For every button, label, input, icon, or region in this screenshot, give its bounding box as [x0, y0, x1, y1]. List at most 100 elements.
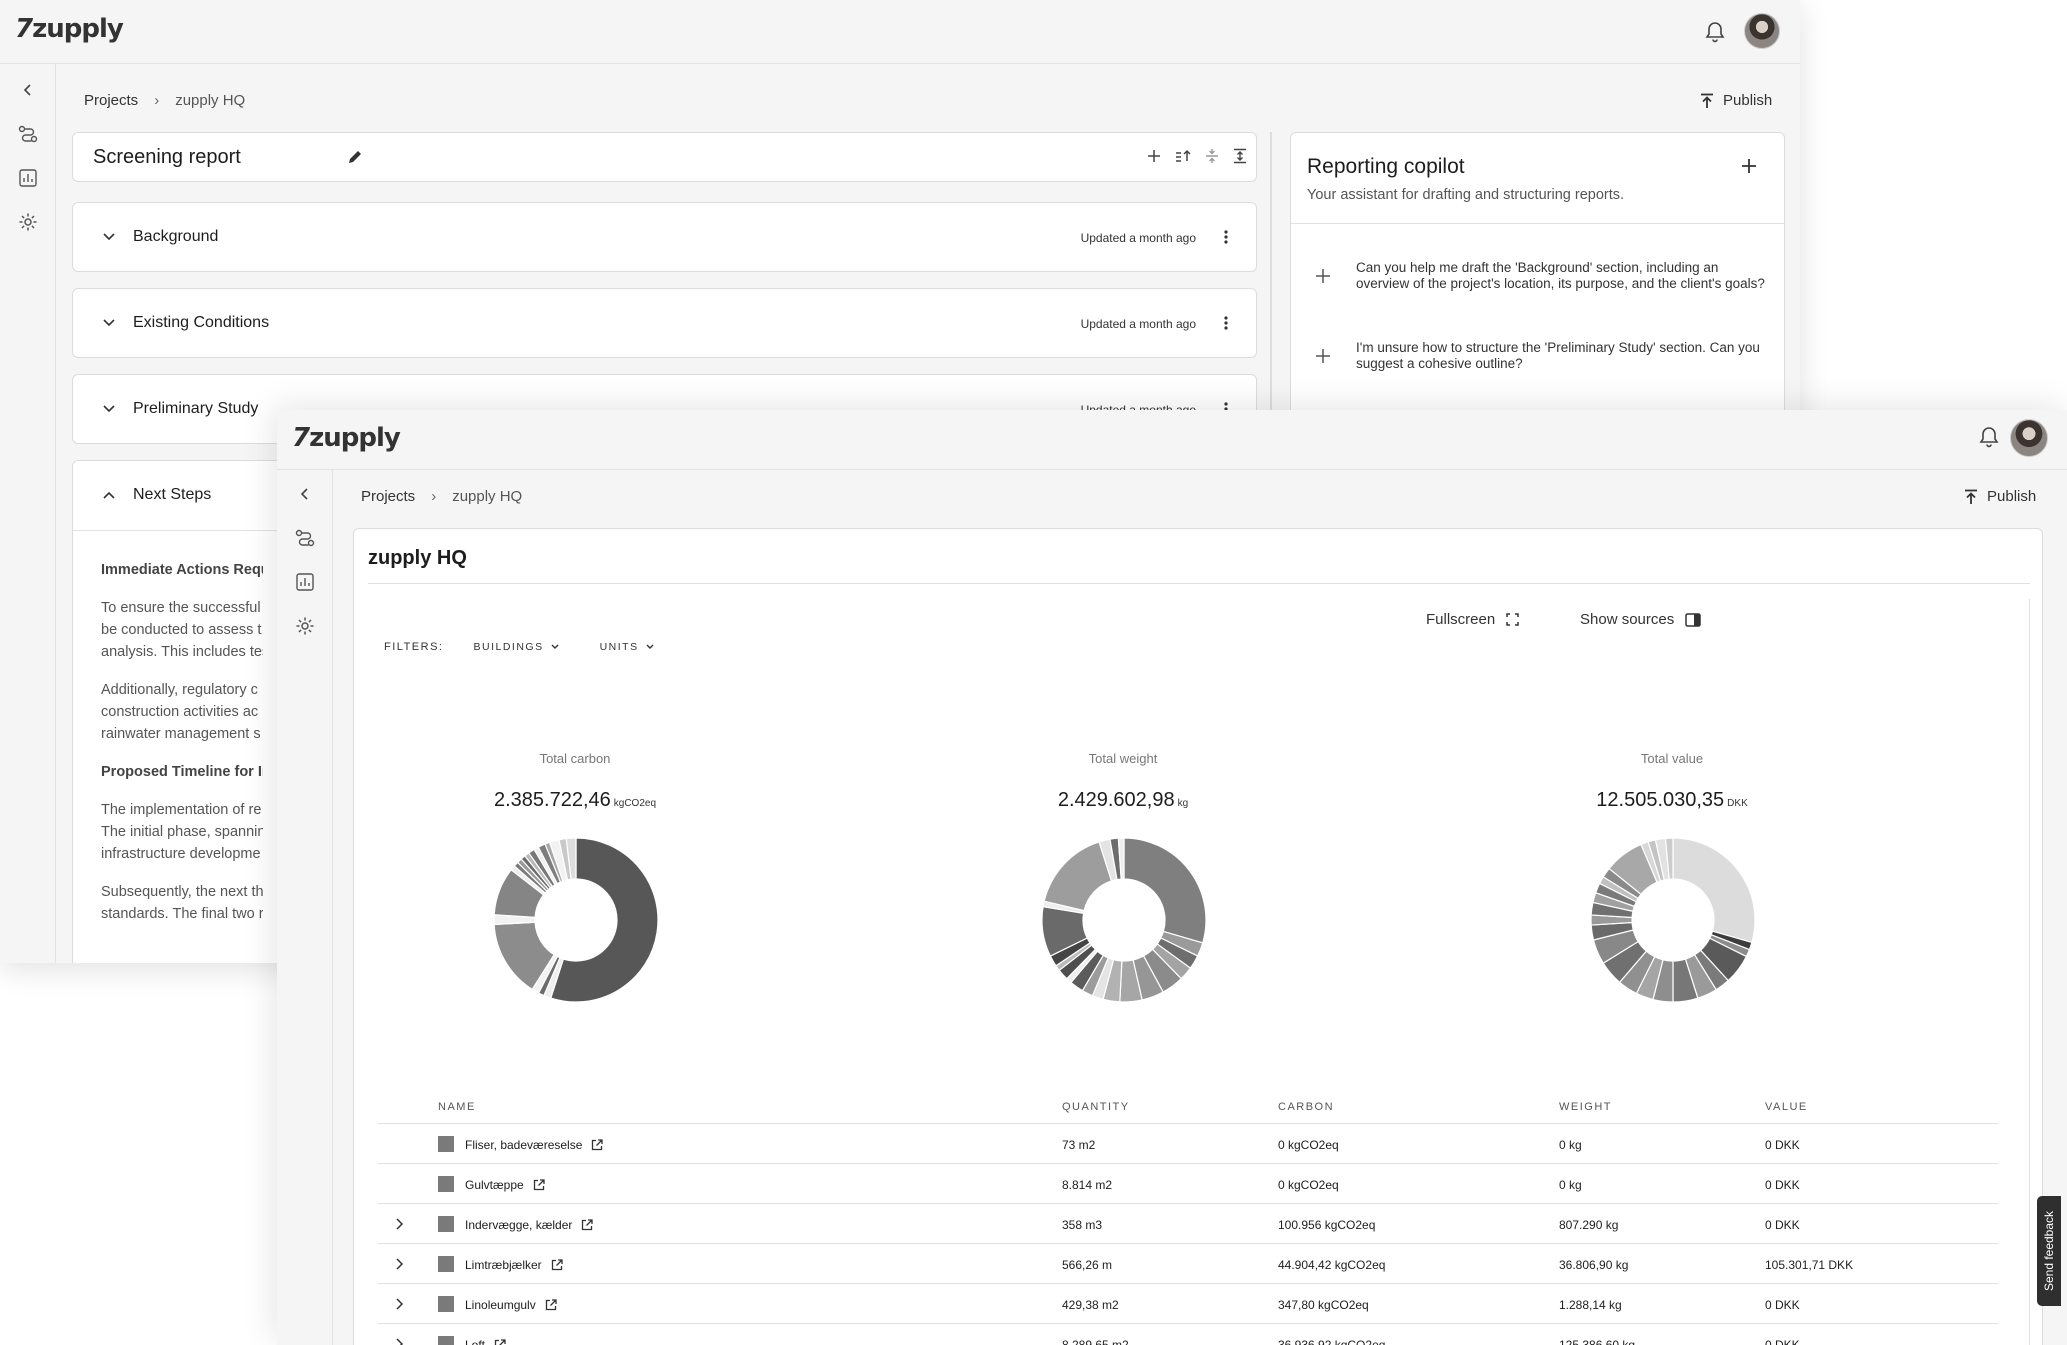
quantity-cell: 566,26 m: [1062, 1258, 1113, 1272]
table-row[interactable]: Gulvtæppe 8.814 m2 0 kgCO2eq 0 kg 0 DKK: [378, 1164, 1998, 1204]
chevron-right-icon[interactable]: [394, 1297, 404, 1311]
weight-cell: 1.288,14 kg: [1559, 1298, 1622, 1312]
carbon-cell: 0 kgCO2eq: [1278, 1178, 1339, 1192]
more-vertical-icon[interactable]: [1224, 230, 1228, 244]
content-paragraph: Subsequently, the next th standards. The …: [101, 884, 263, 922]
kpi-total-carbon: Total carbon 2.385.722,46 kgCO2eq: [415, 751, 735, 812]
avatar[interactable]: [1744, 13, 1780, 49]
material-name-cell[interactable]: Limtræbjælker: [465, 1258, 563, 1272]
table-row[interactable]: Loft 8.289,65 m2 36.936,92 kgCO2eq 125.386,…: [378, 1324, 1998, 1345]
section-background[interactable]: Background Updated a month ago: [72, 202, 1257, 272]
chart-icon[interactable]: [16, 166, 40, 190]
table-row[interactable]: Fliser, badeværeselse 73 m2 0 kgCO2eq 0 kg 0…: [378, 1124, 1998, 1164]
value-donut-chart[interactable]: [1590, 837, 1756, 1003]
add-section-icon[interactable]: [1146, 148, 1162, 164]
collapse-chevron-icon[interactable]: [16, 78, 40, 102]
material-color-swatch: [438, 1296, 454, 1312]
expand-all-icon[interactable]: [1232, 148, 1248, 164]
section-content[interactable]: Immediate Actions Requ To ensure the suc…: [73, 531, 263, 963]
suggestion-item[interactable]: Can you help me draft the 'Background' s…: [1315, 260, 1770, 292]
column-header-name[interactable]: NAME: [438, 1101, 476, 1113]
external-link-icon[interactable]: [581, 1219, 594, 1231]
content-heading: Proposed Timeline for Im: [101, 764, 263, 780]
material-name-cell[interactable]: Loft: [465, 1338, 506, 1345]
external-link-icon[interactable]: [545, 1299, 557, 1311]
material-name-cell[interactable]: Indervægge, kælder: [465, 1218, 594, 1232]
plus-icon: [1315, 348, 1331, 372]
chevron-down-icon[interactable]: [101, 402, 117, 416]
section-existing-conditions[interactable]: Existing Conditions Updated a month ago: [72, 288, 1257, 358]
quantity-cell: 8.814 m2: [1062, 1178, 1113, 1192]
kpi-label: Total value: [1640, 751, 1704, 766]
route-icon[interactable]: [16, 122, 40, 146]
column-header-carbon[interactable]: CARBON: [1278, 1101, 1334, 1113]
table-row[interactable]: Indervægge, kælder 358 m3 100.956 kgCO2eq 8…: [378, 1204, 1998, 1244]
project-panel: zupply HQ Fullscreen Show sources FILTER…: [353, 528, 2043, 1345]
external-link-icon[interactable]: [494, 1339, 506, 1345]
plus-icon: [1315, 268, 1331, 292]
suggestion-text: I'm unsure how to structure the 'Prelimi…: [1356, 340, 1760, 371]
material-name-cell[interactable]: Fliser, badeværeselse: [465, 1138, 604, 1152]
send-feedback-button[interactable]: Send feedback: [2037, 1196, 2061, 1306]
zupply-logo[interactable]: 7 zupply: [15, 14, 124, 44]
side-rail: [277, 470, 333, 1345]
section-label: Background: [133, 228, 219, 245]
route-icon[interactable]: [293, 526, 317, 550]
chevron-up-icon[interactable]: [101, 488, 117, 502]
column-header-quantity[interactable]: QUANTITY: [1062, 1101, 1130, 1113]
gear-icon[interactable]: [16, 210, 40, 234]
divider: [1291, 223, 1784, 224]
table-row[interactable]: Limtræbjælker 566,26 m 44.904,42 kgCO2eq 36…: [378, 1244, 1998, 1284]
sort-icon[interactable]: [1174, 148, 1192, 164]
chevron-down-icon[interactable]: [101, 230, 117, 244]
publish-button[interactable]: Publish: [1700, 92, 1772, 109]
buildings-dropdown[interactable]: BUILDINGS: [473, 641, 559, 653]
external-link-icon[interactable]: [591, 1139, 604, 1151]
suggestion-item[interactable]: I'm unsure how to structure the 'Prelimi…: [1315, 340, 1770, 372]
fullscreen-button[interactable]: Fullscreen: [1426, 611, 1519, 628]
publish-button[interactable]: Publish: [1964, 488, 2036, 505]
table-row[interactable]: Linoleumgulv 429,38 m2 347,80 kgCO2eq 1.288…: [378, 1284, 1998, 1324]
collapse-all-icon[interactable]: [1204, 148, 1220, 164]
bell-icon[interactable]: [1979, 426, 1999, 448]
chevron-right-icon[interactable]: [394, 1257, 404, 1271]
side-rail: [0, 64, 56, 963]
material-name-cell[interactable]: Linoleumgulv: [465, 1298, 557, 1312]
show-sources-button[interactable]: Show sources: [1580, 611, 1701, 628]
breadcrumb-projects[interactable]: Projects: [84, 92, 138, 109]
gear-icon[interactable]: [293, 614, 317, 638]
pencil-icon[interactable]: [347, 149, 363, 165]
external-link-icon[interactable]: [533, 1179, 545, 1191]
quantity-cell: 429,38 m2: [1062, 1298, 1119, 1312]
avatar[interactable]: [2010, 419, 2048, 457]
material-name-cell[interactable]: Gulvtæppe: [465, 1178, 545, 1192]
breadcrumb-projects[interactable]: Projects: [361, 488, 415, 505]
top-bar: 7 zupply: [277, 410, 2067, 470]
material-color-swatch: [438, 1136, 454, 1152]
material-name: Fliser, badeværeselse: [465, 1138, 583, 1152]
external-link-icon[interactable]: [551, 1259, 563, 1271]
chevron-right-icon[interactable]: [394, 1217, 404, 1231]
upload-icon: [1701, 93, 1713, 108]
column-header-value[interactable]: VALUE: [1765, 1101, 1808, 1113]
fullscreen-icon: [1506, 613, 1519, 626]
zupply-logo[interactable]: 7 zupply: [292, 423, 401, 453]
chevron-right-icon[interactable]: [394, 1337, 404, 1345]
donut-segment[interactable]: [1123, 837, 1207, 944]
donut-segment[interactable]: [1043, 841, 1113, 912]
units-dropdown[interactable]: UNITS: [600, 641, 655, 653]
breadcrumb-separator: ›: [154, 92, 160, 109]
section-label: Preliminary Study: [133, 400, 259, 417]
value-cell: 0 DKK: [1765, 1178, 1800, 1192]
breadcrumb-current: zupply HQ: [452, 488, 523, 505]
weight-donut-chart[interactable]: [1041, 837, 1207, 1003]
carbon-donut-chart[interactable]: [493, 837, 659, 1003]
column-header-weight[interactable]: WEIGHT: [1559, 1101, 1612, 1113]
new-chat-plus-icon[interactable]: [1740, 157, 1758, 175]
more-vertical-icon[interactable]: [1224, 316, 1228, 330]
bell-icon[interactable]: [1705, 21, 1725, 43]
collapse-chevron-icon[interactable]: [293, 482, 317, 506]
chevron-down-icon[interactable]: [101, 316, 117, 330]
chart-icon[interactable]: [293, 570, 317, 594]
donut-segment[interactable]: [1672, 837, 1756, 944]
